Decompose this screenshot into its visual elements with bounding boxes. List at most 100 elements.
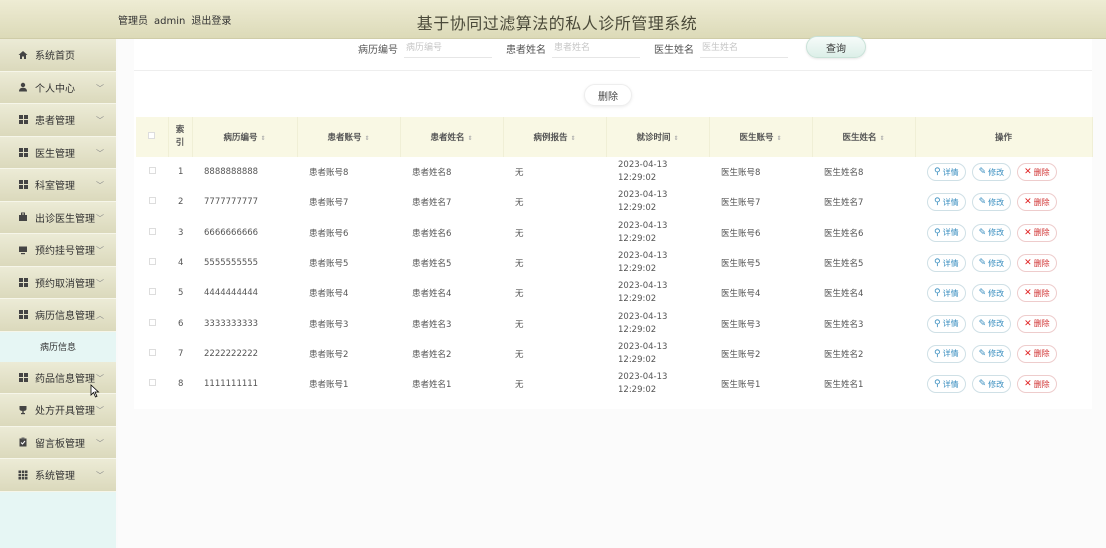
col-doctor-name[interactable]: 医生姓名 ⇕ xyxy=(812,117,916,157)
detail-button[interactable]: ⚲ 详情 xyxy=(927,314,966,333)
chevron-down-icon: ﹀ xyxy=(96,278,104,288)
col-visit-time[interactable]: 就诊时间 ⇕ xyxy=(606,117,710,157)
patient-name-input[interactable] xyxy=(552,38,640,58)
doctor-name: 医生姓名4 xyxy=(824,289,864,300)
record-no-label: 病历编号 xyxy=(358,45,398,56)
sort-icon: ⇕ xyxy=(467,135,473,142)
row-checkbox[interactable] xyxy=(136,187,168,217)
chevron-down-icon: ﹀ xyxy=(96,438,104,448)
table-row: 7 2222222222 患者账号2 患者姓名2 无 2023-04-13 12:29:0… xyxy=(136,339,1092,369)
batch-delete-button[interactable]: 删除 xyxy=(584,84,632,106)
pencil-icon: ✎ xyxy=(978,197,987,208)
row-actions: ⚲ 详情 ✎ 修改 ✕ 删除 xyxy=(915,308,1092,338)
submenu-item-records[interactable]: 病历信息 xyxy=(0,331,116,362)
detail-button[interactable]: ⚲ 详情 xyxy=(927,375,966,394)
edit-button[interactable]: ✎ 修改 xyxy=(971,163,1012,182)
table-header-row: 索引 病历编号 ⇕ 患者账号 ⇕ 患者姓名 ⇕ 病例报告 ⇕ 就诊时间 ⇕ 医生账号 ⇕ 医… xyxy=(136,117,1093,157)
query-button[interactable]: 查询 xyxy=(806,36,866,58)
sidebar-item-4[interactable]: 科室管理 ﹀ xyxy=(0,169,116,202)
sidebar-item-11[interactable]: 留言板管理 ﹀ xyxy=(0,426,116,459)
sidebar-item-7[interactable]: 预约取消管理 ﹀ xyxy=(0,266,116,299)
select-all-checkbox[interactable] xyxy=(136,117,169,157)
sidebar-item-label: 病历信息管理 xyxy=(35,311,95,323)
delete-button[interactable]: ✕ 删除 xyxy=(1017,375,1057,394)
sidebar-item-8[interactable]: 病历信息管理 ︿ xyxy=(0,299,116,332)
detail-button[interactable]: ⚲ 详情 xyxy=(927,193,966,212)
patient-account: 患者账号1 xyxy=(309,380,349,391)
edit-button[interactable]: ✎ 修改 xyxy=(971,375,1012,394)
sort-icon: ⇕ xyxy=(776,135,782,142)
sidebar-item-1[interactable]: 个人中心 ﹀ xyxy=(0,71,116,104)
doctor-name: 医生姓名2 xyxy=(824,349,864,360)
sidebar-item-0[interactable]: 系统首页 xyxy=(0,39,116,72)
row-checkbox[interactable] xyxy=(136,308,168,338)
col-index: 索引 xyxy=(168,117,193,157)
delete-button[interactable]: ✕ 删除 xyxy=(1017,193,1057,212)
detail-button[interactable]: ⚲ 详情 xyxy=(927,163,966,182)
patient-account: 患者账号3 xyxy=(309,319,349,330)
edit-button[interactable]: ✎ 修改 xyxy=(971,284,1012,303)
row-checkbox[interactable] xyxy=(136,339,168,369)
col-report[interactable]: 病例报告 ⇕ xyxy=(503,117,607,157)
row-index: 4 xyxy=(178,258,184,269)
edit-button[interactable]: ✎ 修改 xyxy=(971,314,1012,333)
detail-button[interactable]: ⚲ 详情 xyxy=(927,284,966,303)
close-icon: ✕ xyxy=(1024,227,1032,238)
detail-button[interactable]: ⚲ 详情 xyxy=(927,344,966,363)
edit-button[interactable]: ✎ 修改 xyxy=(971,193,1012,212)
search-icon: ⚲ xyxy=(934,379,941,390)
edit-button[interactable]: ✎ 修改 xyxy=(971,344,1012,363)
detail-button[interactable]: ⚲ 详情 xyxy=(927,254,966,273)
row-checkbox[interactable] xyxy=(136,248,168,278)
chevron-down-icon: ﹀ xyxy=(96,148,104,158)
chevron-down-icon: ﹀ xyxy=(96,83,104,93)
patient-name: 患者姓名6 xyxy=(412,228,452,239)
row-checkbox[interactable] xyxy=(136,157,168,187)
col-patient-account[interactable]: 患者账号 ⇕ xyxy=(297,117,401,157)
close-icon: ✕ xyxy=(1024,167,1032,178)
sidebar-item-2[interactable]: 患者管理 ﹀ xyxy=(0,104,116,137)
col-doctor-account[interactable]: 医生账号 ⇕ xyxy=(709,117,813,157)
sidebar-item-12[interactable]: 系统管理 ﹀ xyxy=(0,459,116,492)
table-row: 3 6666666666 患者账号6 患者姓名6 无 2023-04-13 12:29:0… xyxy=(136,218,1092,248)
sidebar-item-5[interactable]: 出诊医生管理 ﹀ xyxy=(0,201,116,234)
delete-button[interactable]: ✕ 删除 xyxy=(1017,344,1057,363)
record-no: 3333333333 xyxy=(204,318,259,329)
edit-button[interactable]: ✎ 修改 xyxy=(971,223,1012,242)
row-index: 3 xyxy=(178,227,184,238)
col-record-no[interactable]: 病历编号 ⇕ xyxy=(192,117,298,157)
table-row: 6 3333333333 患者账号3 患者姓名3 无 2023-04-13 12:29:0… xyxy=(136,308,1092,338)
record-no: 7777777777 xyxy=(204,197,259,208)
patient-account: 患者账号7 xyxy=(309,198,349,209)
doctor-name: 医生姓名5 xyxy=(824,259,864,270)
row-index: 5 xyxy=(178,288,184,299)
delete-button[interactable]: ✕ 删除 xyxy=(1017,314,1057,333)
delete-button[interactable]: ✕ 删除 xyxy=(1017,163,1057,182)
delete-button[interactable]: ✕ 删除 xyxy=(1017,284,1057,303)
patient-name: 患者姓名4 xyxy=(412,289,452,300)
row-checkbox[interactable] xyxy=(136,278,168,308)
pencil-icon: ✎ xyxy=(978,167,987,178)
sidebar-item-10[interactable]: 处方开具管理 ﹀ xyxy=(0,394,116,427)
sort-icon: ⇕ xyxy=(570,135,576,142)
patient-name: 患者姓名3 xyxy=(412,319,452,330)
record-no-input[interactable] xyxy=(404,38,492,58)
row-actions: ⚲ 详情 ✎ 修改 ✕ 删除 xyxy=(915,369,1092,399)
doctor-name-input[interactable] xyxy=(700,38,788,58)
edit-button[interactable]: ✎ 修改 xyxy=(971,254,1012,273)
sidebar-item-6[interactable]: 预约挂号管理 ﹀ xyxy=(0,234,116,267)
records-table: 索引 病历编号 ⇕ 患者账号 ⇕ 患者姓名 ⇕ 病例报告 ⇕ 就诊时间 ⇕ 医生账号 ⇕ 医… xyxy=(136,117,1093,399)
delete-button[interactable]: ✕ 删除 xyxy=(1017,223,1057,242)
row-checkbox[interactable] xyxy=(136,218,168,248)
detail-button[interactable]: ⚲ 详情 xyxy=(927,223,966,242)
sidebar-item-label: 出诊医生管理 xyxy=(35,213,95,225)
col-patient-name[interactable]: 患者姓名 ⇕ xyxy=(400,117,504,157)
doctor-name: 医生姓名3 xyxy=(824,319,864,330)
search-icon: ⚲ xyxy=(934,197,941,208)
visit-time: 2023-04-13 12:29:02 xyxy=(618,220,668,244)
search-icon: ⚲ xyxy=(934,258,941,269)
row-actions: ⚲ 详情 ✎ 修改 ✕ 删除 xyxy=(915,187,1092,217)
sidebar-item-3[interactable]: 医生管理 ﹀ xyxy=(0,136,116,169)
delete-button[interactable]: ✕ 删除 xyxy=(1017,254,1057,273)
row-checkbox[interactable] xyxy=(136,369,168,399)
